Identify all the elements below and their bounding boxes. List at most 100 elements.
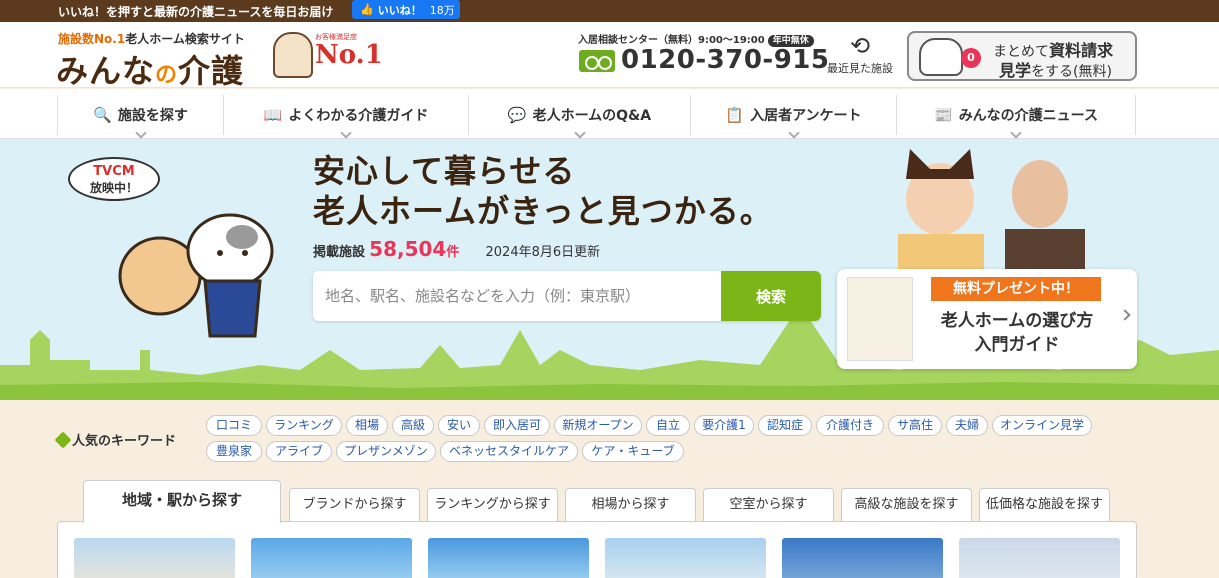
hero-headline-line2: 老人ホームがきっと見つかる。 — [313, 192, 773, 230]
request-line2-b: をする(無料) — [1031, 64, 1112, 80]
cat-mascot-illustration — [118, 213, 274, 338]
tel-label: 入居相談センター（無料）9:00～19:00 年中無休 — [578, 31, 814, 47]
count-unit: 件 — [446, 245, 460, 260]
region-thumbnail[interactable] — [605, 538, 766, 578]
site-logo[interactable]: みんなの介護 — [56, 46, 244, 92]
nav-item-news[interactable]: 📰 みんなの介護ニュース — [896, 95, 1136, 139]
keyword-chip[interactable]: 介護付き — [816, 415, 884, 436]
nav-item-qa[interactable]: 💬 老人ホームのQ&A — [468, 95, 690, 139]
hero-headline-line1: 安心して暮らせる — [313, 152, 576, 190]
logo-text-a: みんな — [56, 52, 156, 90]
keyword-chip[interactable]: オンライン見学 — [992, 415, 1092, 436]
nav-label: 入居者アンケート — [750, 108, 862, 124]
keywords-label-text: 人気のキーワード — [72, 434, 177, 449]
keyword-chip[interactable]: ランキング — [266, 415, 342, 436]
keyword-chip[interactable]: サ高住 — [888, 415, 942, 436]
history-icon: ⟲ — [849, 32, 871, 60]
request-count-badge: 0 — [961, 48, 981, 68]
count-value: 58,504 — [369, 237, 447, 261]
keyword-chip[interactable]: ケア・キューブ — [582, 441, 684, 462]
nav-item-survey[interactable]: 📋 入居者アンケート — [690, 95, 896, 139]
book-icon: 📖 — [263, 106, 283, 124]
region-thumbnail[interactable] — [74, 538, 235, 578]
hero-headline: 安心して暮らせる 老人ホームがきっと見つかる。 — [313, 151, 773, 231]
mascot-cats-icon — [273, 32, 313, 78]
nav-label: 老人ホームのQ&A — [532, 108, 652, 124]
search-icon: 🔍 — [93, 106, 112, 124]
keyword-chip[interactable]: 高級 — [392, 415, 434, 436]
chevron-right-icon — [1119, 309, 1131, 321]
nav-label: 施設を探す — [117, 108, 188, 124]
popular-keywords-label: 人気のキーワード — [54, 430, 177, 449]
keyword-chip[interactable]: 認知症 — [758, 415, 812, 436]
region-thumbnail[interactable] — [428, 538, 589, 578]
keyword-chip[interactable]: 自立 — [646, 415, 690, 436]
chevron-down-icon — [1010, 127, 1022, 139]
search-button[interactable]: 検索 — [721, 271, 821, 321]
tvcm-line1: TVCM — [93, 164, 135, 179]
tab-low-price[interactable]: 低価格な施設を探す — [979, 488, 1110, 521]
keyword-chip[interactable]: 要介護1 — [694, 415, 754, 436]
search-input[interactable] — [313, 271, 721, 321]
bulk-request-button[interactable]: 0 まとめて資料請求 見学をする(無料) — [907, 31, 1137, 81]
like-count: 18万 — [429, 3, 455, 17]
keyword-chip[interactable]: 豊泉家 — [206, 441, 262, 462]
like-label: いいね！ — [377, 3, 422, 17]
nav-label: よくわかる介護ガイド — [288, 108, 429, 124]
request-line2: 見学をする(無料) — [999, 57, 1112, 81]
chevron-down-icon — [573, 127, 586, 139]
guide-title-line2: 入門ガイド — [974, 335, 1060, 355]
nav-item-search[interactable]: 🔍 施設を探す — [57, 95, 223, 139]
announcement-text: いいね！を押すと最新の介護ニュースを毎日お届け — [58, 5, 334, 19]
cat-mascot-icon — [919, 38, 963, 76]
thumbs-up-icon: 👍 — [360, 3, 374, 16]
chevron-down-icon — [787, 127, 800, 139]
updated-date: 2024年8月6日更新 — [485, 245, 601, 260]
chevron-down-icon — [134, 127, 147, 139]
keyword-chip[interactable]: 新規オープン — [554, 415, 642, 436]
tab-ranking[interactable]: ランキングから探す — [427, 488, 558, 521]
facebook-like-button[interactable]: 👍 いいね！ 18万 — [352, 0, 460, 19]
phone-number[interactable]: 0120-370-915 — [621, 45, 830, 75]
no1-badge: お客様満足度 No.1 — [273, 30, 383, 82]
area-tab-panel — [57, 521, 1137, 578]
top-announcement-bar: いいね！を押すと最新の介護ニュースを毎日お届け 👍 いいね！ 18万 — [0, 0, 1219, 22]
keyword-chip[interactable]: 口コミ — [206, 415, 262, 436]
keyword-chip[interactable]: 相場 — [346, 415, 388, 436]
chat-icon: 💬 — [507, 106, 527, 124]
tab-brand[interactable]: ブランドから探す — [289, 488, 420, 521]
keyword-chip[interactable]: 即入居可 — [484, 415, 550, 436]
keyword-chip[interactable]: プレザンメゾン — [336, 441, 436, 462]
tab-vacancy[interactable]: 空室から探す — [703, 488, 834, 521]
keyword-chip[interactable]: アライブ — [266, 441, 332, 462]
free-guide-banner[interactable]: 無料プレゼント中！ 老人ホームの選び方 入門ガイド — [837, 269, 1137, 369]
hero-banner: TVCM 放映中！ 安心して暮らせる 老人ホームがきっと見つかる。 掲載施設 5… — [0, 139, 1219, 400]
logo-text-c: 介護 — [178, 52, 245, 90]
nav-item-guide[interactable]: 📖 よくわかる介護ガイド — [223, 95, 468, 139]
request-line2-a: 見学 — [999, 61, 1032, 80]
tab-price[interactable]: 相場から探す — [565, 488, 696, 521]
clipboard-icon: 📋 — [725, 106, 745, 124]
recently-viewed-label: 最近見た施設 — [827, 62, 893, 75]
region-thumbnail[interactable] — [959, 538, 1120, 578]
keyword-chip[interactable]: 夫婦 — [946, 415, 988, 436]
search-bar: 検索 — [313, 271, 821, 321]
tab-luxury[interactable]: 高級な施設を探す — [841, 488, 972, 521]
present-ribbon: 無料プレゼント中！ — [931, 277, 1101, 301]
site-tagline: 施設数No.1老人ホーム検索サイト — [58, 30, 245, 47]
badge-no1-text: No.1 — [315, 40, 383, 70]
chevron-down-icon — [340, 127, 352, 139]
global-navigation: 🔍 施設を探す 📖 よくわかる介護ガイド 💬 老人ホームのQ&A 📋 入居者アン… — [0, 89, 1219, 139]
region-thumbnail[interactable] — [251, 538, 412, 578]
tagline-prefix: 施設数No.1 — [58, 32, 126, 46]
keyword-chip[interactable]: ベネッセスタイルケア — [440, 441, 578, 462]
news-icon: 📰 — [934, 106, 953, 124]
count-label: 掲載施設 — [313, 245, 366, 260]
freedial-icon — [579, 50, 615, 72]
site-header: 施設数No.1老人ホーム検索サイト みんなの介護 お客様満足度 No.1 入居相… — [0, 22, 1219, 90]
keyword-chip[interactable]: 安い — [438, 415, 480, 436]
tab-area-station[interactable]: 地域・駅から探す — [83, 480, 281, 523]
region-thumbnail[interactable] — [782, 538, 943, 578]
facility-count: 掲載施設 58,504件 2024年8月6日更新 — [313, 237, 600, 261]
recently-viewed-button[interactable]: ⟲ 最近見た施設 — [820, 32, 900, 76]
